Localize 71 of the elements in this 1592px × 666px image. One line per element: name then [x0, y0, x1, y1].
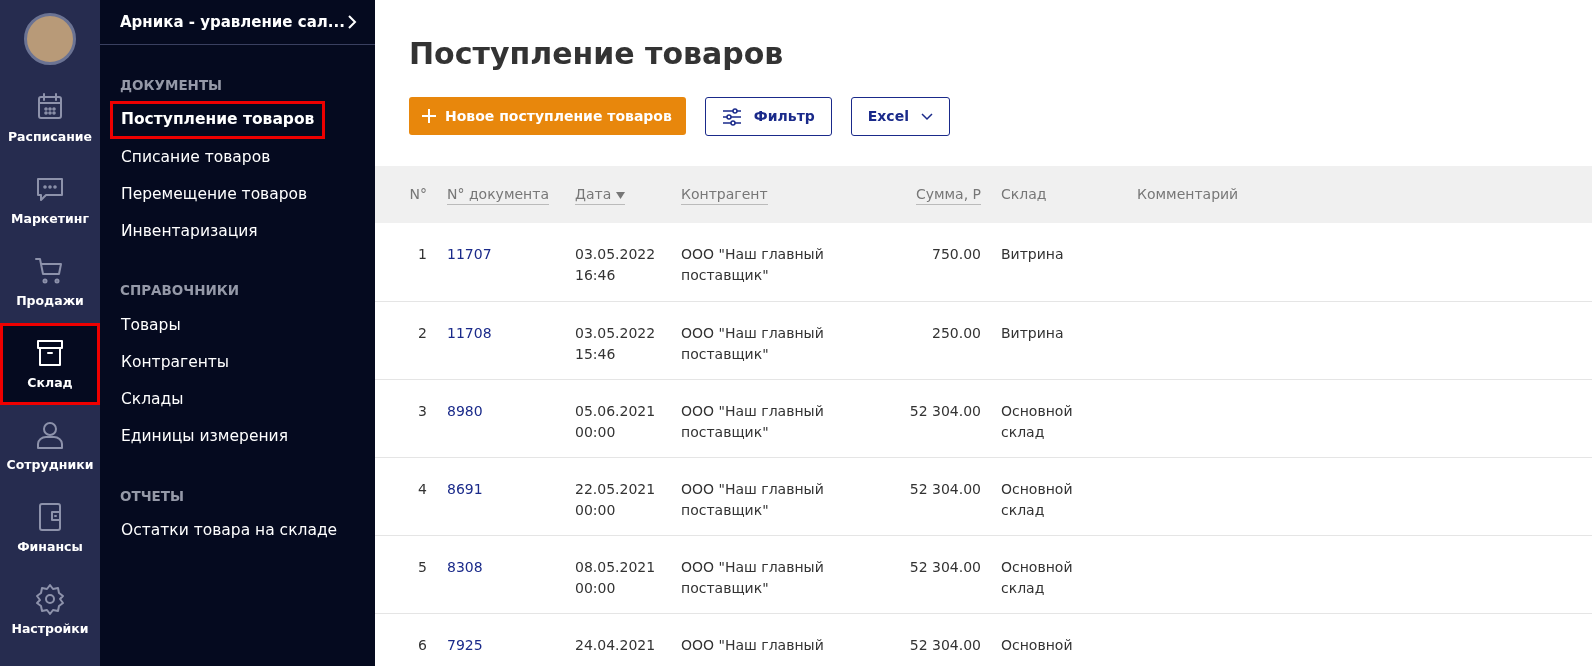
menu-link[interactable]: Склады: [110, 381, 195, 419]
table-cell-text: ООО "Наш главный поставщик": [681, 401, 825, 442]
menu-link[interactable]: Перемещение товаров: [110, 175, 319, 213]
rail-item[interactable]: Сотрудники: [0, 405, 100, 487]
gear-icon: [33, 581, 67, 616]
document-link[interactable]: 11708: [447, 324, 492, 341]
table-cell: 250.00: [932, 324, 981, 341]
table-cell-text: Основной склад: [1001, 401, 1074, 442]
table-cell: 52 304.00: [909, 636, 981, 653]
avatar[interactable]: [24, 13, 76, 65]
table-cell-text: ООО "Наш главный поставщик": [681, 557, 825, 598]
column-header: Склад: [1001, 186, 1047, 202]
section-heading: ОТЧЕТЫ: [119, 486, 185, 506]
excel-dropdown[interactable]: Excel: [850, 97, 950, 136]
table-cell-text: 03.05.2022 15:46: [575, 323, 655, 364]
rail-item[interactable]: Склад: [0, 323, 100, 405]
section-heading: ДОКУМЕНТЫ: [119, 76, 224, 95]
column-header: N°: [409, 186, 427, 202]
table-cell-text: ООО "Наш главный поставщик": [681, 479, 825, 520]
rail-item[interactable]: Настройки: [0, 569, 100, 651]
caret-icon: [920, 112, 933, 121]
page-title: Поступление товаров: [409, 36, 785, 72]
table-cell: 1: [418, 246, 427, 262]
document-link[interactable]: 11707: [447, 246, 492, 262]
document-link[interactable]: 7925: [447, 636, 483, 653]
table-cell: 750.00: [932, 246, 981, 262]
table-cell-text: Витрина: [1001, 323, 1065, 343]
table-cell: 5: [418, 558, 427, 575]
menu-link[interactable]: Списание товаров: [110, 138, 282, 176]
table-cell: 52 304.00: [909, 480, 981, 497]
sort-header[interactable]: Сумма, Р: [915, 186, 981, 205]
rail-item[interactable]: Продажи: [0, 241, 100, 323]
table-cell-text: 05.06.2021 00:00: [575, 401, 655, 442]
sort-header[interactable]: Контрагент: [681, 186, 768, 205]
menu-link[interactable]: Остатки товара на складе: [110, 511, 349, 549]
menu-link[interactable]: Единицы измерения: [110, 418, 299, 456]
filter-button[interactable]: Фильтр: [704, 97, 832, 136]
sort-header[interactable]: Дата: [575, 186, 625, 205]
table-cell: 4: [418, 480, 427, 497]
table-cell-text: 03.05.2022 16:46: [575, 245, 655, 285]
column-header: Комментарий: [1137, 186, 1239, 202]
document-link[interactable]: 8691: [447, 480, 483, 497]
menu-link[interactable]: Поступление товаров: [110, 101, 326, 139]
rail-item[interactable]: Расписание: [0, 77, 100, 159]
table-cell-text: Витрина: [1001, 245, 1065, 264]
table-cell: 2: [418, 324, 427, 341]
table-cell-text: 08.05.2021 00:00: [575, 557, 655, 598]
rail-item[interactable]: Маркетинг: [0, 159, 100, 241]
table-cell-text: Основной склад: [1001, 557, 1074, 598]
table-cell-text: ООО "Наш главный поставщик": [681, 245, 825, 285]
section-heading: СПРАВОЧНИКИ: [119, 281, 241, 301]
table-cell: 52 304.00: [909, 402, 981, 419]
menu-link[interactable]: Инвентаризация: [110, 213, 269, 251]
document-link[interactable]: 8308: [447, 558, 483, 575]
menu-link[interactable]: Товары: [110, 306, 192, 344]
sort-down-icon: [615, 191, 625, 199]
table-cell: 3: [418, 402, 427, 419]
table-cell-text: ООО "Наш главный: [681, 635, 825, 655]
rail-item[interactable]: Финансы: [0, 487, 100, 569]
table-cell-text: 22.05.2021 00:00: [575, 479, 655, 520]
chevron-right-icon: [347, 14, 357, 30]
document-link[interactable]: 8980: [447, 402, 483, 419]
plus-icon: [421, 108, 437, 124]
menu-link[interactable]: Контрагенты: [110, 343, 241, 381]
table-cell-text: Основной склад: [1001, 479, 1074, 520]
table-cell: 6: [418, 636, 427, 653]
table-cell-text: 24.04.2021: [575, 635, 655, 655]
table-cell-text: ООО "Наш главный поставщик": [681, 323, 825, 364]
sliders-icon: [721, 107, 742, 126]
table-cell: 52 304.00: [909, 558, 981, 575]
table-cell-text: Основной: [1001, 635, 1074, 655]
